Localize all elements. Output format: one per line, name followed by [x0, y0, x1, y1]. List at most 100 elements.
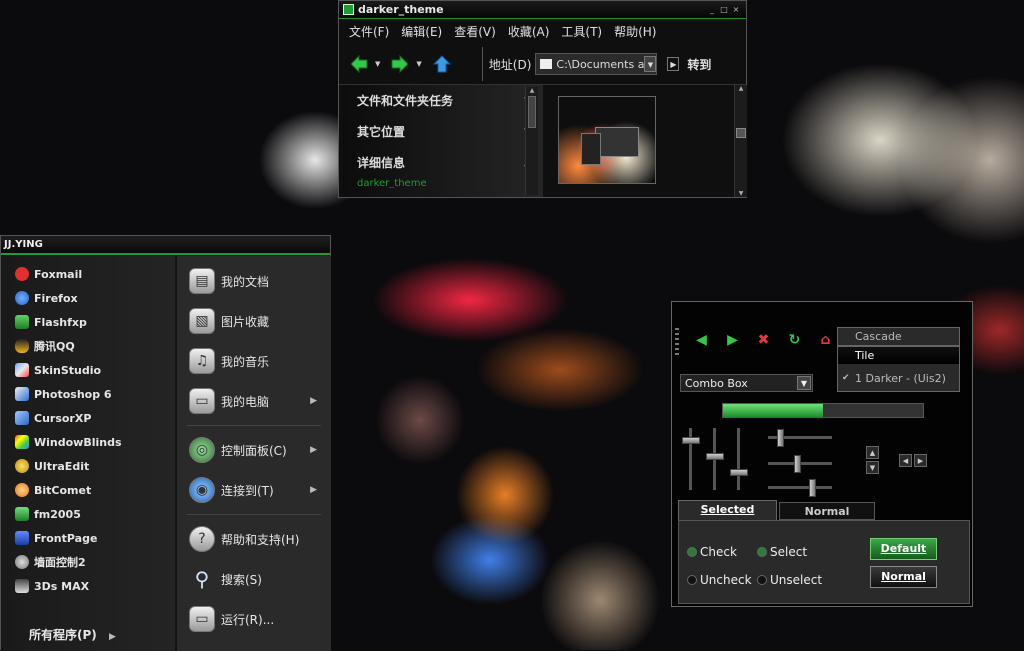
program-3dsmax[interactable]: 3Ds MAX: [2, 574, 175, 598]
combo-value: Combo Box: [685, 377, 748, 390]
menu-tools[interactable]: 工具(T): [561, 23, 602, 40]
forward-dropdown-icon[interactable]: ▼: [416, 60, 421, 68]
task-pane: 文件和文件夹任务▼ 其它位置▼ 详细信息▲ darker_theme: [343, 85, 543, 197]
program-qq[interactable]: 腾讯QQ: [2, 334, 175, 358]
program-firefox[interactable]: Firefox: [2, 286, 175, 310]
item-label: 搜索(S): [221, 572, 262, 587]
item-control-panel[interactable]: ◎ 控制面板(C) ▶: [177, 430, 331, 470]
program-ultraedit[interactable]: UltraEdit: [2, 454, 175, 478]
program-frontpage[interactable]: FrontPage: [2, 526, 175, 550]
slider-thumb[interactable]: [706, 453, 724, 460]
uncheck-option[interactable]: Uncheck: [687, 573, 752, 587]
program-photoshop[interactable]: Photoshop 6: [2, 382, 175, 406]
all-programs-button[interactable]: 所有程序(P) ▶: [29, 626, 116, 643]
back-dropdown-icon[interactable]: ▼: [375, 60, 380, 68]
back-arrow-icon[interactable]: [349, 54, 369, 74]
spin-right-button[interactable]: ▶: [914, 454, 927, 467]
task-label: 其它位置: [357, 125, 406, 139]
radio-selected[interactable]: [757, 547, 767, 557]
checkbox-unchecked[interactable]: [687, 575, 697, 585]
forward-arrow-icon[interactable]: ▶: [717, 332, 748, 348]
default-button[interactable]: Default: [870, 538, 937, 560]
stop-icon[interactable]: ✖: [748, 332, 779, 348]
item-help-support[interactable]: ? 帮助和支持(H): [177, 519, 331, 559]
go-button[interactable]: 转到: [687, 56, 711, 73]
menu-view[interactable]: 查看(V): [454, 23, 496, 40]
spin-up-button[interactable]: ▲: [866, 446, 879, 459]
menu-item-cascade[interactable]: Cascade: [838, 328, 959, 345]
close-button[interactable]: ×: [730, 5, 742, 15]
slider-thumb[interactable]: [682, 437, 700, 444]
main-scrollbar[interactable]: ▲ ▼: [734, 85, 747, 197]
combo-box[interactable]: Combo Box ▼: [680, 374, 813, 392]
run-icon: ▭: [189, 606, 215, 632]
slider-thumb[interactable]: [794, 455, 801, 473]
item-my-music[interactable]: ♫ 我的音乐: [177, 341, 331, 381]
program-flashfxp[interactable]: Flashfxp: [2, 310, 175, 334]
forward-arrow-icon[interactable]: [390, 54, 410, 74]
checkbox-checked[interactable]: [687, 547, 697, 557]
spin-left-button[interactable]: ◀: [899, 454, 912, 467]
program-skinstudio[interactable]: SkinStudio: [2, 358, 175, 382]
task-pane-scrollbar[interactable]: ▲: [525, 87, 538, 195]
maximize-button[interactable]: □: [718, 5, 730, 15]
menu-file[interactable]: 文件(F): [349, 23, 389, 40]
skin-preview-window: ◀ ▶ ✖ ↻ ⌂ Cascade Tile ✔ 1 Darker - (Uis…: [671, 301, 973, 607]
address-combo[interactable]: C:\Documents an ▼: [535, 53, 658, 75]
go-arrow-icon[interactable]: ▶: [667, 57, 680, 71]
program-windowblinds[interactable]: WindowBlinds: [2, 430, 175, 454]
file-thumbnail[interactable]: [558, 96, 656, 184]
program-label: 墙面控制2: [34, 556, 86, 569]
program-cursorxp[interactable]: CursorXP: [2, 406, 175, 430]
item-search[interactable]: ⚲ 搜索(S): [177, 559, 331, 599]
horizontal-slider[interactable]: [768, 486, 832, 489]
grip-dots: [675, 328, 679, 358]
program-label: BitComet: [34, 483, 92, 497]
up-arrow-icon[interactable]: [432, 54, 452, 74]
option-label: Unselect: [770, 573, 823, 587]
item-connect-to[interactable]: ◉ 连接到(T) ▶: [177, 470, 331, 510]
program-foxmail[interactable]: Foxmail: [2, 262, 175, 286]
task-other-places[interactable]: 其它位置▼: [343, 116, 543, 147]
task-details[interactable]: 详细信息▲: [343, 147, 543, 178]
item-label: 我的音乐: [221, 354, 270, 369]
spin-down-button[interactable]: ▼: [866, 461, 879, 474]
menu-favorites[interactable]: 收藏(A): [508, 23, 550, 40]
slider-thumb[interactable]: [730, 469, 748, 476]
chevron-down-icon[interactable]: ▼: [797, 376, 811, 390]
back-arrow-icon[interactable]: ◀: [686, 332, 717, 348]
program-label: fm2005: [34, 507, 81, 521]
slider-thumb[interactable]: [809, 479, 816, 497]
item-my-documents[interactable]: ▤ 我的文档: [177, 261, 331, 301]
menu-item-tile[interactable]: Tile: [838, 345, 959, 364]
explorer-titlebar[interactable]: darker_theme _ □ ×: [339, 1, 746, 19]
select-option[interactable]: Select: [757, 545, 807, 559]
program-wallpaper-control[interactable]: 墙面控制2: [2, 550, 175, 574]
normal-button[interactable]: Normal: [870, 566, 937, 588]
item-run[interactable]: ▭ 运行(R)...: [177, 599, 331, 639]
tab-normal[interactable]: Normal: [779, 502, 875, 520]
vertical-slider[interactable]: [737, 428, 740, 490]
menu-item-label: 1 Darker - (Uis2): [855, 372, 946, 385]
documents-icon: ▤: [189, 268, 215, 294]
refresh-icon[interactable]: ↻: [779, 332, 810, 348]
radio-unselected[interactable]: [757, 575, 767, 585]
item-label: 帮助和支持(H): [221, 532, 300, 547]
chevron-right-icon: ▶: [108, 632, 116, 642]
task-file-folder[interactable]: 文件和文件夹任务▼: [343, 85, 543, 116]
address-dropdown-icon[interactable]: ▼: [644, 56, 657, 72]
minimize-button[interactable]: _: [706, 5, 718, 15]
menu-help[interactable]: 帮助(H): [614, 23, 656, 40]
unselect-option[interactable]: Unselect: [757, 573, 822, 587]
program-bitcomet[interactable]: BitComet: [2, 478, 175, 502]
program-fm2005[interactable]: fm2005: [2, 502, 175, 526]
menu-edit[interactable]: 编辑(E): [401, 23, 442, 40]
item-my-pictures[interactable]: ▧ 图片收藏: [177, 301, 331, 341]
program-label: SkinStudio: [34, 363, 102, 377]
slider-thumb[interactable]: [777, 429, 784, 447]
cursorxp-icon: [15, 411, 29, 425]
menu-item-window-1[interactable]: ✔ 1 Darker - (Uis2): [838, 370, 959, 387]
tab-selected[interactable]: Selected: [678, 500, 777, 520]
item-my-computer[interactable]: ▭ 我的电脑 ▶: [177, 381, 331, 421]
check-option[interactable]: Check: [687, 545, 737, 559]
